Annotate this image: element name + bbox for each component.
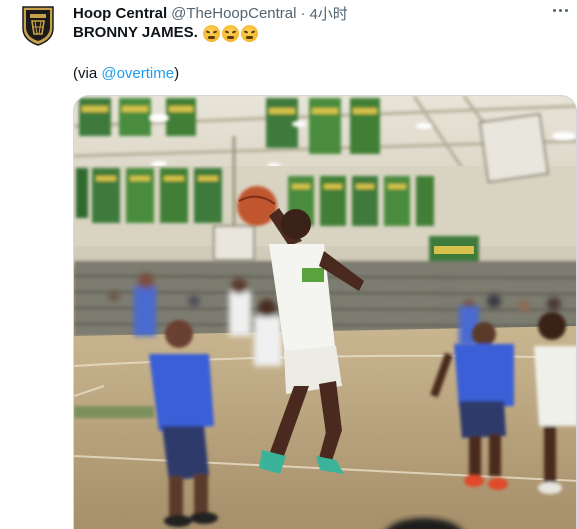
tweet-text: BRONNY JAMES. bbox=[73, 23, 258, 43]
steam-face-emoji-icon bbox=[202, 24, 220, 42]
steam-face-emoji-icon bbox=[221, 24, 239, 42]
basketball-dunk-video-frame bbox=[74, 96, 576, 529]
avatar[interactable] bbox=[20, 4, 56, 46]
author-handle[interactable]: @TheHoopCentral bbox=[171, 5, 296, 22]
timestamp[interactable]: 4小时 bbox=[309, 3, 347, 24]
tweet-header: Hoop Central @TheHoopCentral · 4小时 bbox=[73, 3, 577, 23]
via-open: (via bbox=[73, 65, 102, 82]
steam-face-emoji-icon bbox=[240, 24, 258, 42]
author-name[interactable]: Hoop Central bbox=[73, 5, 167, 22]
via-close: ) bbox=[174, 65, 180, 82]
tweet-media-video[interactable] bbox=[73, 95, 577, 529]
overtime-mention-link[interactable]: @overtime bbox=[101, 65, 174, 82]
via-line: (via @overtime) bbox=[73, 64, 179, 84]
hoop-central-crest-icon bbox=[22, 6, 54, 46]
separator-dot: · bbox=[300, 4, 306, 22]
more-options-icon[interactable] bbox=[549, 2, 571, 18]
tweet-text-content: BRONNY JAMES. bbox=[73, 24, 198, 41]
